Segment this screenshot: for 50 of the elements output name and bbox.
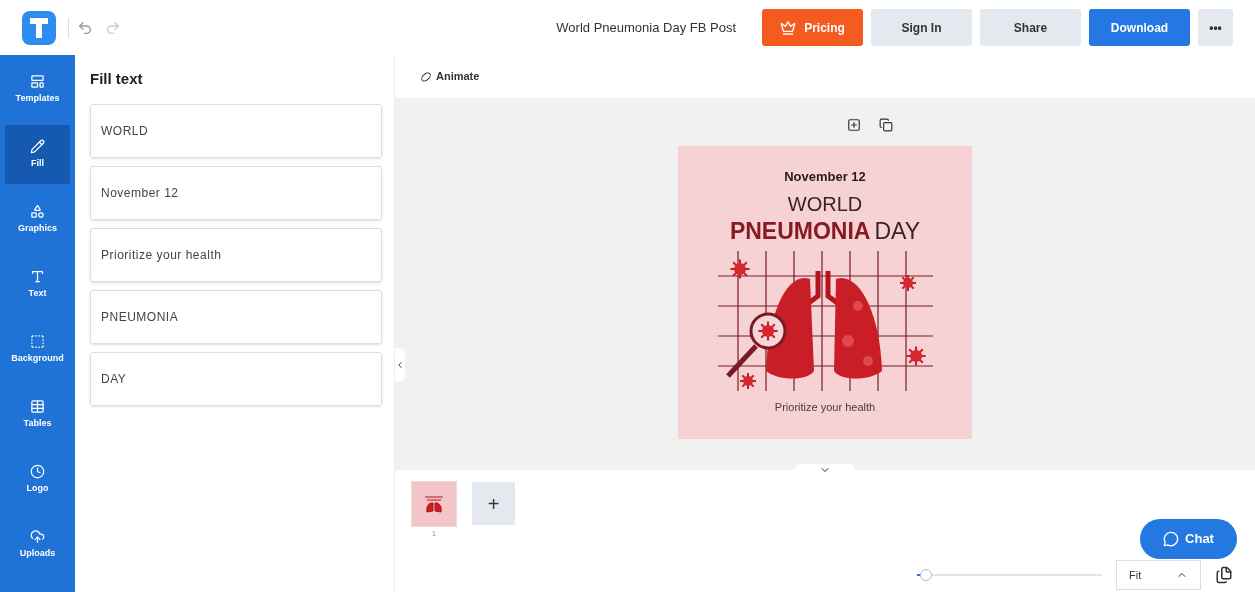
text-field[interactable]: Prioritize your health xyxy=(90,227,382,282)
zoom-slider[interactable] xyxy=(917,569,1102,581)
add-page-button[interactable]: + xyxy=(472,482,515,525)
text-field[interactable]: November 12 xyxy=(90,165,382,220)
design-date: November 12 xyxy=(784,168,866,186)
cloud-upload-icon xyxy=(30,528,45,544)
design-heading: DAY xyxy=(874,216,921,245)
add-icon[interactable] xyxy=(847,118,861,132)
undo-icon[interactable] xyxy=(77,19,93,36)
logo-icon xyxy=(29,16,49,39)
pages-icon[interactable] xyxy=(1215,566,1233,584)
sidebar-item[interactable]: Uploads xyxy=(5,515,70,574)
design-heading: WORLD xyxy=(787,191,863,217)
sidebar-item[interactable]: Templates xyxy=(5,60,70,119)
text-field[interactable]: DAY xyxy=(90,351,382,406)
page-number: 1 xyxy=(431,528,437,540)
chevron-left-icon xyxy=(395,359,405,371)
zoom-select[interactable]: Fit xyxy=(1116,560,1201,590)
app-logo[interactable] xyxy=(22,10,56,45)
page-thumbnail[interactable] xyxy=(412,482,456,526)
shapes-icon xyxy=(30,203,45,219)
sidebar-item[interactable]: Text xyxy=(5,255,70,314)
templates-icon xyxy=(30,73,45,89)
panel-title: Fill text xyxy=(90,69,144,89)
sidebar-item[interactable]: Fill xyxy=(5,125,70,184)
text-field[interactable]: PNEUMONIA xyxy=(90,289,382,344)
header-button[interactable]: Share xyxy=(980,9,1081,46)
thumbnail-drawing xyxy=(422,494,446,514)
table-icon xyxy=(30,398,45,414)
more-button[interactable]: ••• xyxy=(1198,9,1233,46)
design-heading: PNEUMONIA xyxy=(729,216,871,245)
design-tagline: Prioritize your health xyxy=(774,399,876,415)
chat-icon xyxy=(1163,531,1180,547)
animate-button[interactable]: Animate xyxy=(420,68,480,85)
header-button[interactable]: Download xyxy=(1089,9,1190,46)
crown-icon xyxy=(780,19,797,36)
sidebar-item[interactable]: Logo xyxy=(5,450,70,509)
animate-icon xyxy=(420,70,432,83)
text-icon xyxy=(30,268,45,284)
duplicate-icon[interactable] xyxy=(879,118,893,132)
background-icon xyxy=(30,333,45,349)
text-field[interactable]: WORLD xyxy=(90,103,382,158)
clock-icon xyxy=(30,463,45,479)
header-button[interactable]: Sign In xyxy=(871,9,972,46)
sidebar-item[interactable]: Graphics xyxy=(5,190,70,249)
document-title[interactable]: World Pneumonia Day FB Post xyxy=(556,17,736,38)
sidebar-item[interactable]: Tables xyxy=(5,385,70,444)
sidebar-item[interactable]: Background xyxy=(5,320,70,379)
pencil-icon xyxy=(30,138,45,154)
chat-button[interactable]: Chat xyxy=(1140,519,1237,559)
